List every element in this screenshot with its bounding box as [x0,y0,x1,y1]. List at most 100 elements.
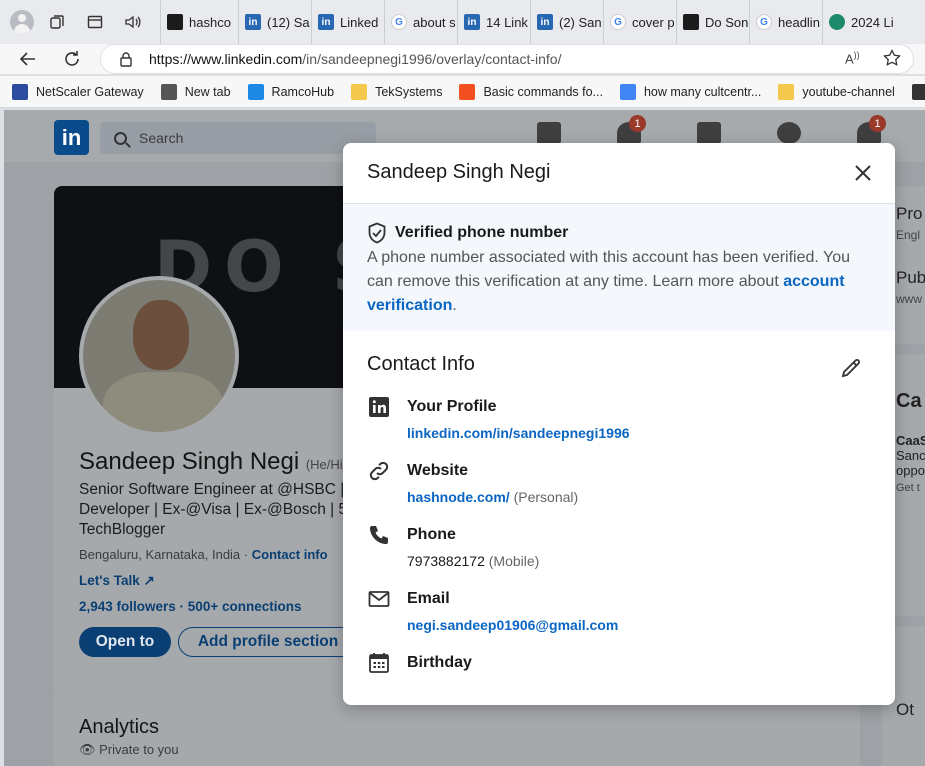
bookmark-item[interactable]: how many cultcentr... [619,83,762,100]
favorite-star-icon[interactable] [883,49,901,72]
tab-favicon-icon [829,14,845,30]
contact-row-website: Website hashnode.com/ (Personal) [367,459,867,509]
email-link[interactable]: negi.sandeep01906@gmail.com [407,617,618,633]
browser-tab-strip: hashco in (12) Sa in Linked Gabout s in 14 Link… [0,0,925,44]
bookmark-icon [160,83,177,100]
browser-tab[interactable]: in (2) San [530,0,603,44]
row-label: Website [407,462,469,479]
url-text: https://www.linkedin.com/in/sandeepnegi1… [149,51,561,67]
open-to-button[interactable]: Open to [79,627,171,657]
verification-section: Verified phone number A phone number ass… [343,204,895,331]
browser-profile-avatar[interactable] [10,10,34,34]
profile-url-link[interactable]: linkedin.com/in/sandeepnegi1996 [407,425,630,441]
verified-description: A phone number associated with this acco… [367,249,850,314]
row-label: Email [407,590,450,607]
jobs-icon[interactable] [697,122,721,144]
lets-talk-link[interactable]: Let's Talk ↗ [79,573,155,589]
browser-tab[interactable]: 2024 Li [822,0,894,44]
messaging-icon[interactable] [777,122,801,144]
back-button[interactable] [16,47,40,71]
tab-favicon-icon: in [245,14,261,30]
bookmark-item[interactable]: youtube-channel [778,83,895,100]
bookmark-item[interactable]: TekSystems [351,83,443,100]
add-profile-section-button[interactable]: Add profile section [178,627,358,657]
linkedin-logo[interactable]: in [54,120,89,155]
contact-row-email: Email negi.sandeep01906@gmail.com [367,587,867,637]
tab-favicon-icon: G [756,14,772,30]
browser-tab[interactable]: Gcover p [603,0,676,44]
rc-text: oppo [896,463,925,478]
link-icon [367,459,391,483]
rc-text: Pub [896,268,925,287]
row-label: Birthday [407,654,472,671]
bookmark-item[interactable]: NetScaler Gateway [12,83,144,100]
bookmark-label: TekSystems [375,84,443,99]
verified-title: Verified phone number [367,222,568,244]
tab-label: headlin [778,14,820,30]
bookmark-item[interactable]: Basic commands fo... [459,83,603,100]
lock-icon[interactable] [119,51,133,72]
analytics-subtitle: 👁 Private to you [79,742,179,757]
tab-favicon-icon: in [464,14,480,30]
url-field[interactable]: https://www.linkedin.com/in/sandeepnegi1… [100,44,914,74]
rc-text: Get t [896,482,920,494]
row-value: hashnode.com/ (Personal) [407,489,578,505]
bookmark-label: how many cultcentr... [643,84,762,99]
browser-tab[interactable]: hashco [160,0,238,44]
tab-favicon-icon: G [391,14,407,30]
phone-number[interactable]: 7973882172 [407,553,485,569]
contact-info-link[interactable]: Contact info [252,547,328,562]
bookmark-icon [778,83,795,100]
bookmark-item[interactable]: New tab [160,83,231,100]
browser-tab[interactable]: in 14 Link [457,0,530,44]
notifications-badge: 1 [869,115,886,132]
home-icon[interactable] [537,122,561,144]
browser-tab[interactable]: Gabout s [384,0,457,44]
followers-connections[interactable]: 2,943 followers · 500+ connections [79,599,301,614]
bookmark-icon [12,83,28,100]
search-icon [114,131,127,145]
network-badge: 1 [629,115,646,132]
tab-label: Do Son [705,14,749,30]
browser-tab[interactable]: in (12) Sa [238,0,311,44]
website-link[interactable]: hashnode.com/ [407,489,510,505]
contact-row-birthday: Birthday [367,651,867,681]
row-value: 7973882172 (Mobile) [407,553,539,569]
address-bar-row: https://www.linkedin.com/in/sandeepnegi1… [0,44,925,74]
profile-photo[interactable] [79,276,239,436]
phone-note: (Mobile) [488,553,540,569]
bookmark-label: New tab [184,84,231,99]
browser-tab[interactable]: Do Son [676,0,749,44]
rc-text: www [896,292,922,306]
url-path: /in/sandeepnegi1996/overlay/contact-info… [302,51,562,67]
row-value: negi.sandeep01906@gmail.com [407,617,618,633]
modal-title: Sandeep Singh Negi [367,161,551,183]
close-button[interactable] [851,161,875,185]
rc-text: Engl [896,228,921,242]
refresh-button[interactable] [60,47,84,71]
workspaces-icon[interactable] [46,11,68,33]
rc-text: Pro [896,204,923,223]
bookmark-item[interactable]: RamcoHub [247,83,335,100]
browser-tab[interactable]: Gheadlin [749,0,822,44]
external-link-icon: ↗ [143,573,155,588]
bookmark-icon [619,83,636,100]
tab-label: (12) Sa [267,14,310,30]
verified-shield-icon [368,222,386,244]
search-bar[interactable]: Search [100,122,376,154]
row-value: linkedin.com/in/sandeepnegi1996 [407,425,630,441]
speaker-icon[interactable] [122,11,144,33]
browser-tab[interactable]: in Linked [311,0,384,44]
profile-name: Sandeep Singh Negi (He/Hi [79,448,343,475]
bookmark-icon [247,83,264,100]
bookmark-label: RamcoHub [271,84,335,99]
contact-row-phone: Phone 7973882172 (Mobile) [367,523,867,573]
tab-favicon-icon: in [318,14,334,30]
modal-header: Sandeep Singh Negi [343,143,895,204]
read-aloud-icon[interactable]: A)) [845,50,860,66]
tab-actions-icon[interactable] [84,11,106,33]
contact-info-heading: Contact Info [367,353,475,375]
edit-contact-info-button[interactable] [839,356,863,380]
phone-icon [367,523,391,547]
bookmark-item[interactable]: Conv [911,83,925,100]
